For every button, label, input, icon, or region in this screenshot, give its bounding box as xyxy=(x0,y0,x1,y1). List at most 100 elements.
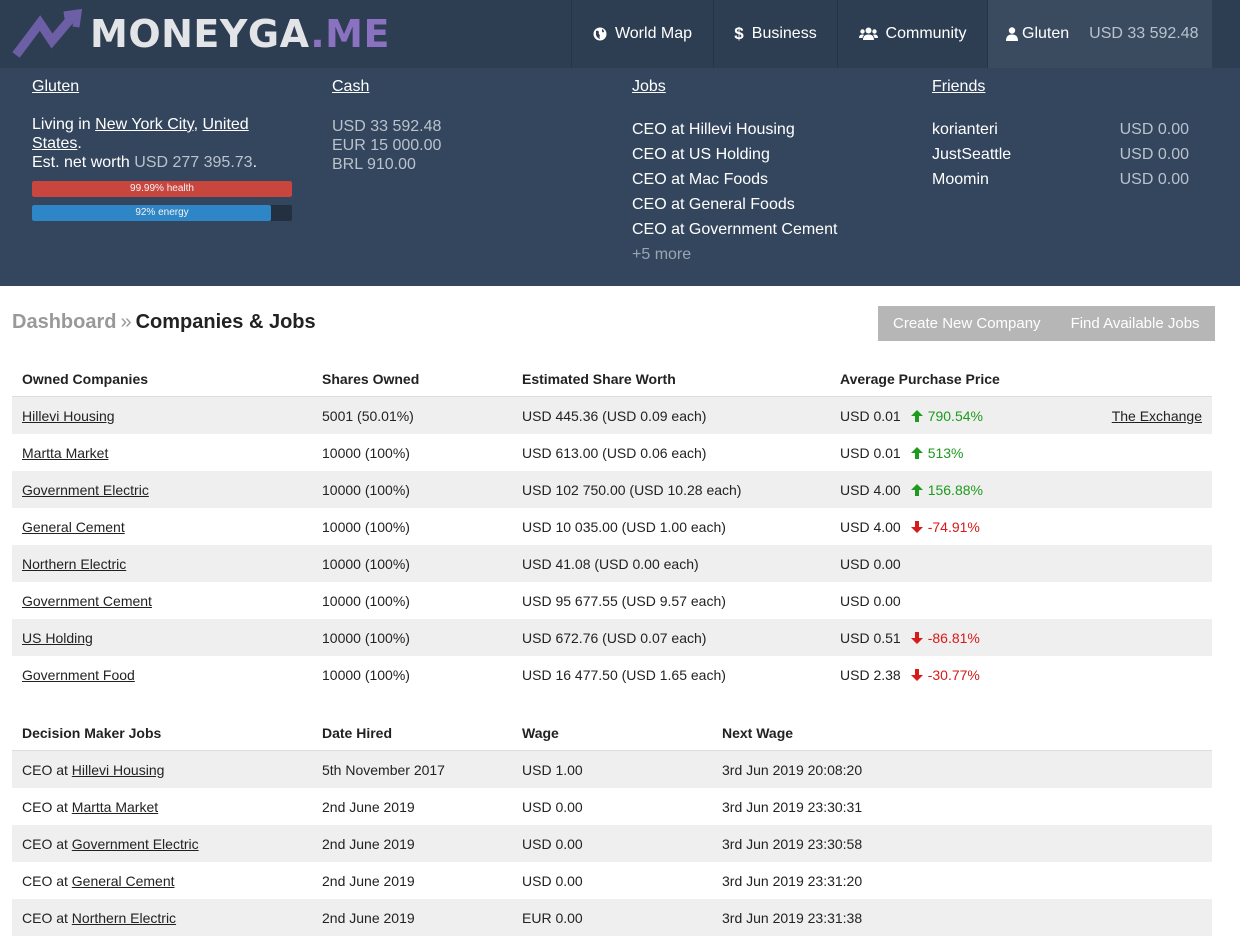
table-row: CEO at Hillevi Housing 5th November 2017 U… xyxy=(12,751,1212,788)
job-item[interactable]: CEO at General Foods xyxy=(632,192,912,217)
friends-title-link[interactable]: Friends xyxy=(932,78,1192,96)
find-jobs-button[interactable]: Find Available Jobs xyxy=(1056,306,1215,341)
health-bar: 99.99% health xyxy=(32,181,292,197)
friend-amount: USD 0.00 xyxy=(1119,171,1189,188)
purchase-price-cell: USD 0.01 513% xyxy=(830,445,1212,461)
company-link[interactable]: Government Electric xyxy=(22,482,149,498)
company-link[interactable]: US Holding xyxy=(22,630,93,646)
job-prefix: CEO at xyxy=(22,872,72,889)
create-company-button[interactable]: Create New Company xyxy=(878,306,1056,341)
job-item[interactable]: CEO at US Holding xyxy=(632,142,912,167)
city-link[interactable]: New York City xyxy=(95,116,193,133)
shares-cell: 10000 (100%) xyxy=(322,555,410,572)
arrow-up-icon xyxy=(910,483,923,496)
jobs-title-link[interactable]: Jobs xyxy=(632,78,912,96)
column-header: Wage xyxy=(522,724,559,741)
cash-line: BRL 910.00 xyxy=(332,156,416,173)
top-navigation-bar: MONEYGA.ME World Map $ Business Communit… xyxy=(0,0,1240,68)
friend-item[interactable]: Moomin USD 0.00 xyxy=(932,167,1189,192)
table-header: Decision Maker Jobs Date Hired Wage Next… xyxy=(12,715,1212,751)
job-item[interactable]: CEO at Hillevi Housing xyxy=(632,117,912,142)
nav-world-map[interactable]: World Map xyxy=(571,0,713,68)
nav-user-menu[interactable]: Gluten USD 33 592.48 xyxy=(987,0,1212,68)
company-link[interactable]: General Cement xyxy=(22,519,125,535)
table-row: Martta Market 10000 (100%) USD 613.00 (USD… xyxy=(12,434,1212,471)
networth-end: . xyxy=(252,154,258,171)
wage-cell: USD 0.00 xyxy=(522,835,583,852)
users-icon xyxy=(858,27,878,41)
job-cell: CEO at Government Electric xyxy=(12,836,312,852)
nav-community[interactable]: Community xyxy=(837,0,987,68)
table-row: CEO at Northern Electric 2nd June 2019 EUR… xyxy=(12,899,1212,936)
purchase-price: USD 0.00 xyxy=(840,555,901,572)
shares-cell: 10000 (100%) xyxy=(322,666,410,683)
company-link[interactable]: Hillevi Housing xyxy=(22,408,115,424)
company-link[interactable]: Northern Electric xyxy=(22,556,126,572)
player-column: Gluten Living in New York City, United S… xyxy=(32,78,302,221)
nav-world-map-label: World Map xyxy=(614,25,693,42)
networth-label: Est. net worth xyxy=(32,154,135,171)
purchase-price-cell: USD 4.00 156.88% xyxy=(830,482,1212,498)
shares-cell: 10000 (100%) xyxy=(322,518,410,535)
nav-business[interactable]: $ Business xyxy=(713,0,837,68)
action-button-group: Create New Company Find Available Jobs xyxy=(878,306,1215,341)
price-change-value: 156.88% xyxy=(927,481,983,498)
company-cell: Government Electric xyxy=(12,482,312,498)
cash-list: USD 33 592.48 EUR 15 000.00 BRL 910.00 xyxy=(332,117,592,174)
purchase-price: USD 2.38 xyxy=(840,666,901,683)
share-worth-cell: USD 102 750.00 (USD 10.28 each) xyxy=(522,481,742,498)
job-company-link[interactable]: General Cement xyxy=(72,873,175,889)
cash-title-link[interactable]: Cash xyxy=(332,78,592,96)
company-link[interactable]: Government Cement xyxy=(22,593,152,609)
purchase-price: USD 4.00 xyxy=(840,481,901,498)
column-header: Owned Companies xyxy=(22,370,149,387)
friend-item[interactable]: korianteri USD 0.00 xyxy=(932,117,1189,142)
the-exchange-link[interactable]: The Exchange xyxy=(1112,408,1202,424)
site-logo[interactable]: MONEYGA.ME xyxy=(12,8,390,60)
jobs-more-link[interactable]: +5 more xyxy=(632,242,912,267)
purchase-price: USD 4.00 xyxy=(840,518,901,535)
player-name-link[interactable]: Gluten xyxy=(32,78,302,96)
job-company-link[interactable]: Martta Market xyxy=(72,799,158,815)
column-header: Date Hired xyxy=(322,724,393,741)
next-wage-cell: 3rd Jun 2019 23:30:31 xyxy=(722,798,863,815)
breadcrumb-dashboard-link[interactable]: Dashboard xyxy=(12,311,116,333)
shares-cell: 10000 (100%) xyxy=(322,444,410,461)
purchase-price-cell: USD 0.00 xyxy=(830,593,1212,609)
company-cell: General Cement xyxy=(12,519,312,535)
breadcrumb: Dashboard» Companies & Jobs xyxy=(12,311,316,334)
job-company-link[interactable]: Northern Electric xyxy=(72,910,176,926)
job-company-link[interactable]: Government Electric xyxy=(72,836,199,852)
jobs-column: Jobs CEO at Hillevi Housing CEO at US Ho… xyxy=(632,78,912,267)
breadcrumb-separator: » xyxy=(120,311,132,333)
price-change: 513% xyxy=(910,445,964,461)
purchase-price-cell: USD 4.00 -74.91% xyxy=(830,519,1212,535)
share-worth-cell: USD 672.76 (USD 0.07 each) xyxy=(522,629,707,646)
table-row: US Holding 10000 (100%) USD 672.76 (USD 0.… xyxy=(12,619,1212,656)
table-row: Government Electric 10000 (100%) USD 102 7… xyxy=(12,471,1212,508)
share-worth-cell: USD 445.36 (USD 0.09 each) xyxy=(522,407,707,424)
job-item[interactable]: CEO at Government Cement xyxy=(632,217,912,242)
wage-cell: USD 0.00 xyxy=(522,872,583,889)
job-cell: CEO at Northern Electric xyxy=(12,910,312,926)
date-hired-cell: 2nd June 2019 xyxy=(322,835,415,852)
shares-cell: 10000 (100%) xyxy=(322,481,410,498)
share-worth-cell: USD 613.00 (USD 0.06 each) xyxy=(522,444,707,461)
cash-column: Cash USD 33 592.48 EUR 15 000.00 BRL 910… xyxy=(332,78,592,174)
company-link[interactable]: Martta Market xyxy=(22,445,108,461)
friend-item[interactable]: JustSeattle USD 0.00 xyxy=(932,142,1189,167)
energy-bar: 92% energy xyxy=(32,205,292,221)
price-change: -30.77% xyxy=(910,667,980,683)
next-wage-cell: 3rd Jun 2019 23:31:38 xyxy=(722,909,863,926)
table-header: Owned Companies Shares Owned Estimated S… xyxy=(12,361,1212,397)
job-company-link[interactable]: Hillevi Housing xyxy=(72,762,165,778)
friend-amount: USD 0.00 xyxy=(1119,146,1189,163)
job-item[interactable]: CEO at Mac Foods xyxy=(632,167,912,192)
wage-cell: USD 0.00 xyxy=(522,798,583,815)
living-info: Living in New York City, United States. … xyxy=(32,115,302,172)
purchase-price-cell: USD 2.38 -30.77% xyxy=(830,667,1212,683)
job-cell: CEO at General Cement xyxy=(12,873,312,889)
table-row: General Cement 10000 (100%) USD 10 035.00 … xyxy=(12,508,1212,545)
table-row: Government Cement 10000 (100%) USD 95 677.… xyxy=(12,582,1212,619)
company-link[interactable]: Government Food xyxy=(22,667,135,683)
